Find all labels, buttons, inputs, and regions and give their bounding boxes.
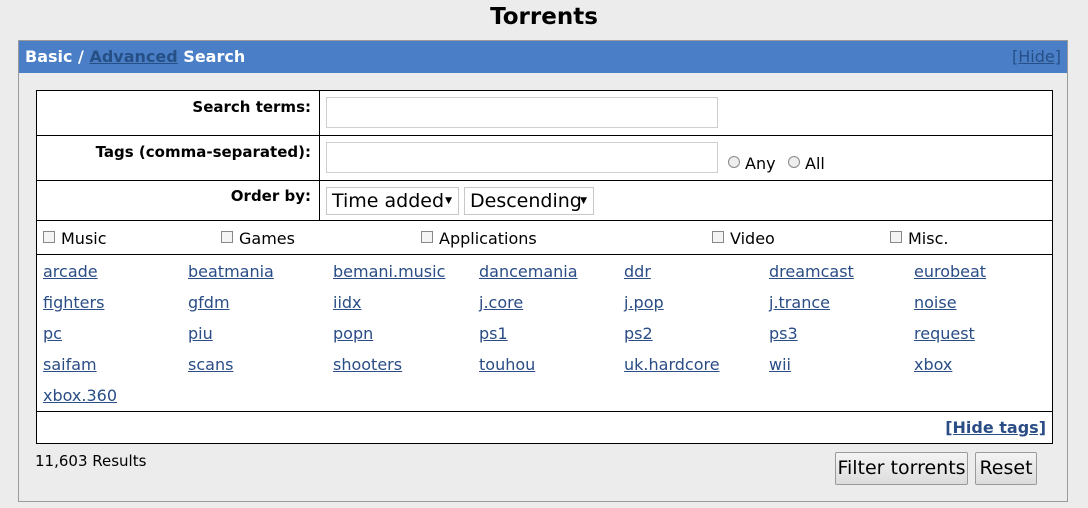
tag-link[interactable]: bemani.music xyxy=(333,262,445,281)
dropdown-arrow-icon: ▼ xyxy=(580,196,587,206)
tag-link[interactable]: xbox.360 xyxy=(43,386,117,405)
filter-torrents-button[interactable]: Filter torrents xyxy=(835,452,968,485)
tag-link[interactable]: j.pop xyxy=(624,293,664,312)
dropdown-arrow-icon: ▼ xyxy=(445,196,452,206)
separator: / xyxy=(72,47,90,66)
tag-link[interactable]: iidx xyxy=(333,293,362,312)
search-terms-label: Search terms: xyxy=(37,91,320,135)
tag-link[interactable]: scans xyxy=(188,355,233,374)
tag-link[interactable]: beatmania xyxy=(188,262,274,281)
tag-link[interactable]: shooters xyxy=(333,355,402,374)
tag-cloud: arcade beatmania bemani.music dancemania ddr… xyxy=(37,255,1052,412)
tag-link[interactable]: xbox xyxy=(914,355,952,374)
tag-link[interactable]: gfdm xyxy=(188,293,230,312)
search-terms-row: Search terms: xyxy=(37,91,1052,136)
tag-link[interactable]: uk.hardcore xyxy=(624,355,720,374)
order-field-select[interactable]: Time added ▼ xyxy=(326,187,459,215)
tag-link[interactable]: popn xyxy=(333,324,373,343)
category-label: Misc. xyxy=(908,229,949,248)
tag-link[interactable]: eurobeat xyxy=(914,262,986,281)
tags-row: Tags (comma-separated): Any All xyxy=(37,136,1052,181)
checkbox-icon[interactable] xyxy=(221,231,233,243)
tag-link[interactable]: request xyxy=(914,324,975,343)
tag-link[interactable]: touhou xyxy=(479,355,535,374)
tag-link[interactable]: ps3 xyxy=(769,324,798,343)
tag-link[interactable]: dancemania xyxy=(479,262,578,281)
tag-link[interactable]: ddr xyxy=(624,262,651,281)
panel-header: Basic / Advanced Search [Hide] xyxy=(19,41,1067,73)
order-field-value: Time added xyxy=(332,190,445,212)
categories-row: Music Games Applications Video Misc. xyxy=(37,221,1052,255)
order-row: Order by: Time added ▼ Descending ▼ xyxy=(37,181,1052,221)
category-video[interactable]: Video xyxy=(712,229,775,248)
tag-link[interactable]: noise xyxy=(914,293,957,312)
radio-all-label: All xyxy=(805,154,825,173)
reset-button[interactable]: Reset xyxy=(975,452,1037,485)
category-music[interactable]: Music xyxy=(43,229,107,248)
tag-link[interactable]: ps2 xyxy=(624,324,653,343)
checkbox-icon[interactable] xyxy=(421,231,433,243)
category-misc[interactable]: Misc. xyxy=(890,229,948,248)
category-applications[interactable]: Applications xyxy=(421,229,537,248)
category-label: Applications xyxy=(439,229,537,248)
search-panel: Basic / Advanced Search [Hide] Search te… xyxy=(18,40,1068,502)
radio-any-label: Any xyxy=(745,154,776,173)
order-direction-select[interactable]: Descending ▼ xyxy=(464,187,594,215)
tag-link[interactable]: wii xyxy=(769,355,791,374)
tag-link[interactable]: ps1 xyxy=(479,324,508,343)
checkbox-icon[interactable] xyxy=(712,231,724,243)
checkbox-icon[interactable] xyxy=(43,231,55,243)
radio-all[interactable]: All xyxy=(788,154,825,173)
radio-all-icon[interactable] xyxy=(788,156,800,168)
tags-input[interactable] xyxy=(326,142,718,173)
tag-link[interactable]: pc xyxy=(43,324,62,343)
search-form: Search terms: Tags (comma-separated): An… xyxy=(36,90,1053,444)
tag-link[interactable]: piu xyxy=(188,324,213,343)
tag-link[interactable]: dreamcast xyxy=(769,262,854,281)
hide-tags-link[interactable]: [Hide tags] xyxy=(945,418,1046,437)
order-by-label: Order by: xyxy=(37,181,320,220)
tag-link[interactable]: arcade xyxy=(43,262,98,281)
category-label: Music xyxy=(61,229,107,248)
search-label: Search xyxy=(177,47,246,66)
category-games[interactable]: Games xyxy=(221,229,295,248)
search-terms-input[interactable] xyxy=(326,97,718,128)
tags-label: Tags (comma-separated): xyxy=(37,136,320,180)
order-direction-value: Descending xyxy=(470,190,582,212)
tag-link[interactable]: fighters xyxy=(43,293,104,312)
checkbox-icon[interactable] xyxy=(890,231,902,243)
page-title: Torrents xyxy=(490,4,598,30)
basic-label: Basic xyxy=(25,47,73,66)
category-label: Games xyxy=(239,229,295,248)
category-label: Video xyxy=(730,229,775,248)
radio-any-icon[interactable] xyxy=(728,156,740,168)
radio-any[interactable]: Any xyxy=(728,154,776,173)
tag-link[interactable]: j.core xyxy=(479,293,523,312)
advanced-search-link[interactable]: Advanced xyxy=(89,47,177,66)
tag-link[interactable]: saifam xyxy=(43,355,97,374)
tag-link[interactable]: j.trance xyxy=(769,293,830,312)
hide-panel-link[interactable]: [Hide] xyxy=(1012,41,1061,73)
results-count: 11,603 Results xyxy=(35,452,147,470)
